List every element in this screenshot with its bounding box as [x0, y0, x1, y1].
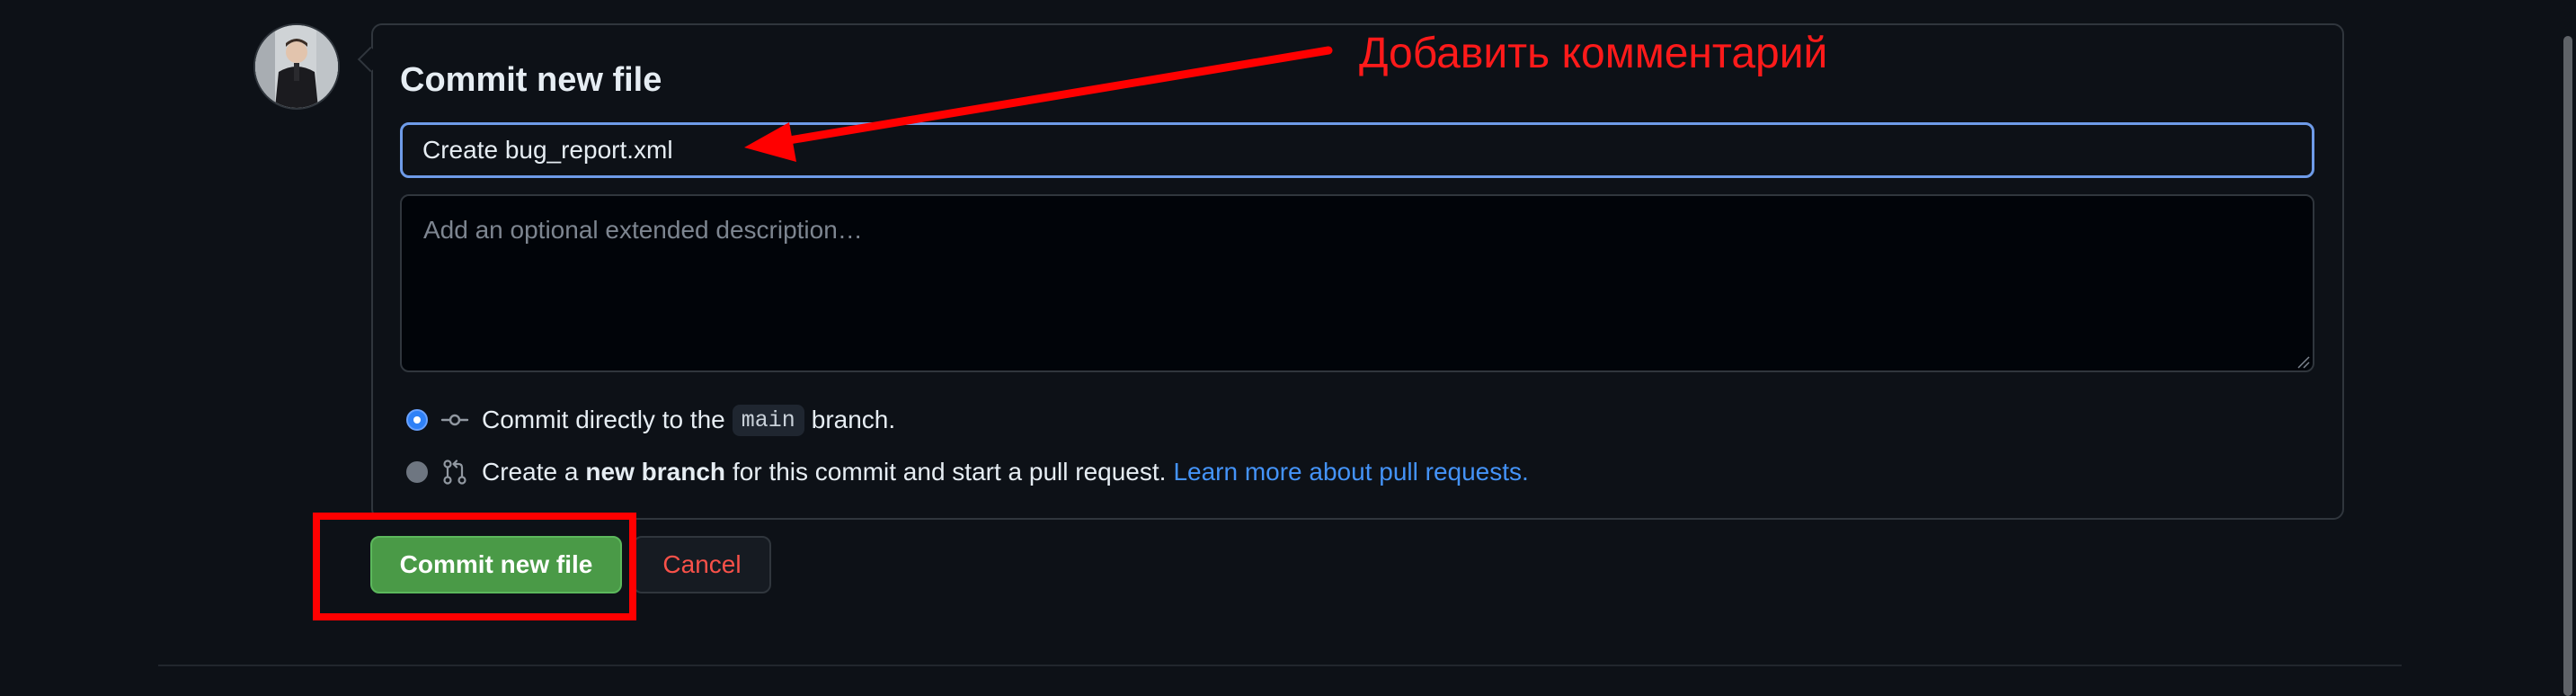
page-scrollbar-thumb[interactable]: [2563, 36, 2572, 696]
annotation-arrow-icon: [744, 46, 1333, 162]
footer-divider: [158, 665, 2402, 666]
